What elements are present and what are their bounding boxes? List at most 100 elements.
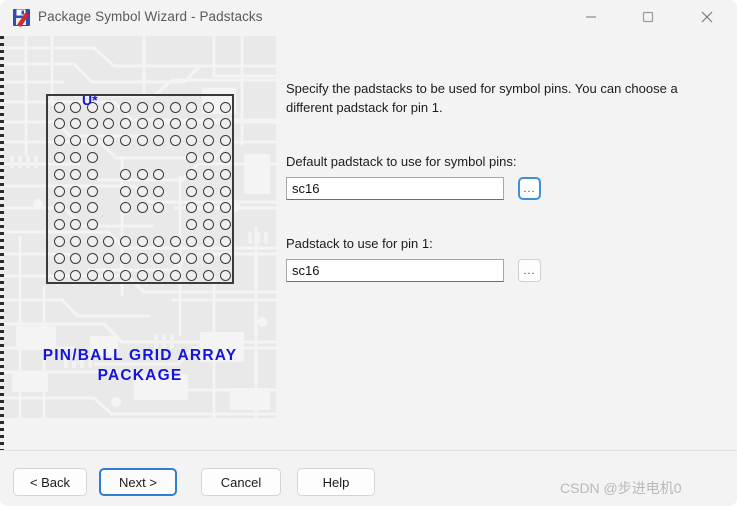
bga-ball — [153, 185, 165, 197]
title-bar: Package Symbol Wizard - Padstacks — [0, 0, 737, 36]
bga-ball — [136, 168, 148, 180]
bga-ball — [70, 269, 82, 281]
bga-ball — [86, 235, 98, 247]
bga-ball — [119, 135, 131, 147]
bga-ball — [86, 202, 98, 214]
minimize-button[interactable] — [568, 0, 614, 34]
bga-ball — [202, 235, 214, 247]
bga-package-diagram — [46, 94, 234, 284]
bga-ball — [70, 101, 82, 113]
bga-ball — [119, 118, 131, 130]
bga-ball — [202, 151, 214, 163]
close-button[interactable] — [684, 0, 730, 34]
bga-ball — [86, 118, 98, 130]
pin1-padstack-input[interactable] — [286, 259, 504, 282]
bga-ball — [153, 235, 165, 247]
bga-ball — [119, 185, 131, 197]
default-padstack-input[interactable] — [286, 177, 504, 200]
bga-ball — [186, 202, 198, 214]
bga-ball — [136, 269, 148, 281]
bga-ball — [219, 269, 231, 281]
bga-ball — [53, 135, 65, 147]
watermark-text: CSDN @步进电机0 — [560, 480, 682, 496]
bga-ball — [70, 219, 82, 231]
bga-ball — [119, 202, 131, 214]
bga-ball — [86, 185, 98, 197]
bga-ball — [186, 101, 198, 113]
bga-ball — [202, 185, 214, 197]
bga-ball — [103, 118, 115, 130]
bga-ball — [53, 168, 65, 180]
bga-ball — [136, 185, 148, 197]
help-button[interactable]: Help — [297, 468, 375, 496]
bga-ball — [136, 118, 148, 130]
bga-ball — [169, 269, 181, 281]
bga-ball — [153, 252, 165, 264]
bga-ball — [103, 101, 115, 113]
minimize-icon — [586, 16, 596, 18]
caption-line-1: PIN/BALL GRID ARRAY — [42, 347, 238, 364]
bga-ball — [86, 168, 98, 180]
bga-ball — [202, 101, 214, 113]
bga-ball — [86, 151, 98, 163]
bga-ball — [219, 168, 231, 180]
bga-ball — [86, 252, 98, 264]
illustration-panel: U* PIN/BALL GRID ARRAY PACKAGE — [4, 36, 276, 418]
bga-ball — [136, 101, 148, 113]
bga-ball — [153, 118, 165, 130]
bga-ball — [53, 151, 65, 163]
bga-ball — [86, 219, 98, 231]
bga-ball — [169, 118, 181, 130]
bga-ball — [153, 269, 165, 281]
bga-ball — [186, 269, 198, 281]
bga-ball — [202, 269, 214, 281]
cancel-button[interactable]: Cancel — [201, 468, 281, 496]
bga-ball — [119, 269, 131, 281]
bga-ball — [202, 202, 214, 214]
bga-ball — [153, 168, 165, 180]
wizard-content-pane: Specify the padstacks to be used for sym… — [286, 36, 726, 418]
bga-ball — [186, 252, 198, 264]
bga-ball — [186, 219, 198, 231]
wizard-window: Package Symbol Wizard - Padstacks U* PIN… — [0, 0, 737, 506]
bga-ball — [70, 168, 82, 180]
bga-ball — [53, 269, 65, 281]
bga-ball — [53, 118, 65, 130]
caption-line-2: PACKAGE — [97, 367, 183, 384]
bga-ball — [70, 252, 82, 264]
bga-ball — [70, 135, 82, 147]
bga-ball — [219, 252, 231, 264]
window-title: Package Symbol Wizard - Padstacks — [38, 9, 263, 24]
bga-ball — [53, 219, 65, 231]
pin1-padstack-label: Padstack to use for pin 1: — [286, 236, 433, 251]
bga-ball — [53, 185, 65, 197]
bga-ball — [70, 235, 82, 247]
default-padstack-browse-button[interactable]: ... — [518, 177, 541, 200]
close-icon — [701, 11, 713, 23]
bga-ball — [53, 202, 65, 214]
bga-ball — [103, 135, 115, 147]
bga-ball — [186, 168, 198, 180]
bga-ball — [219, 219, 231, 231]
bga-ball — [202, 219, 214, 231]
bga-ball — [169, 135, 181, 147]
bga-ball — [186, 118, 198, 130]
bga-ball — [70, 202, 82, 214]
back-button[interactable]: < Back — [13, 468, 87, 496]
bga-ball — [153, 101, 165, 113]
bga-ball — [219, 151, 231, 163]
pin1-padstack-browse-button[interactable]: ... — [518, 259, 541, 282]
bga-ball — [103, 252, 115, 264]
maximize-button[interactable] — [625, 0, 671, 34]
bga-ball — [70, 118, 82, 130]
bga-ball — [70, 151, 82, 163]
instructions-text: Specify the padstacks to be used for sym… — [286, 81, 678, 115]
default-padstack-label: Default padstack to use for symbol pins: — [286, 154, 517, 169]
bga-ball — [70, 185, 82, 197]
bga-ball — [136, 252, 148, 264]
bga-ball — [219, 235, 231, 247]
next-button[interactable]: Next > — [99, 468, 177, 496]
bga-ball — [202, 118, 214, 130]
bga-ball — [219, 185, 231, 197]
bga-ball — [53, 235, 65, 247]
